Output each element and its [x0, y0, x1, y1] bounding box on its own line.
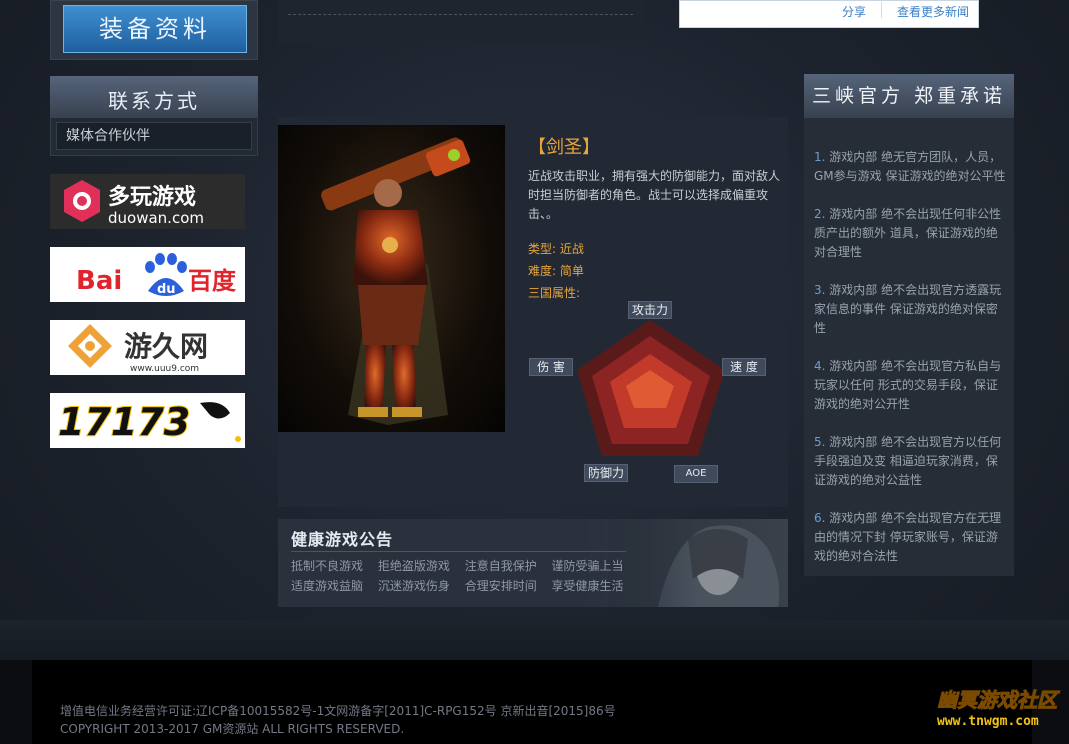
promise-text: 游戏内部 绝不会出现官方私自与玩家以任何 形式的交易手段，保证游戏的绝对公开性 [814, 359, 1002, 411]
radar-speed-label: 速 度 [722, 358, 766, 376]
promise-item: 1. 游戏内部 绝无官方团队，人员，GM参与游戏 保证游戏的绝对公平性 [814, 148, 1008, 186]
promise-list: 1. 游戏内部 绝无官方团队，人员，GM参与游戏 保证游戏的绝对公平性 2. 游… [814, 148, 1008, 585]
baidu-du: du [157, 282, 176, 297]
hero-type-value: 近战 [559, 242, 584, 256]
baidu-logo: Bai du 百度 [50, 247, 245, 302]
hero-description: 近战攻击职业，拥有强大的防御能力，面对敌人时担当防御者的角色。战士可以选择成偏重… [528, 169, 781, 221]
promise-text: 游戏内部 绝不会出现官方透露玩家信息的事件 保证游戏的绝对保密性 [814, 283, 1002, 335]
promise-num: 3. [814, 283, 826, 297]
health-item: 拒绝盗版游戏 [377, 559, 450, 573]
community-logo-link[interactable]: 幽冥游戏社区 www.tnwgm.com [935, 683, 1065, 733]
promise-num: 5. [814, 435, 826, 449]
hero-type: 类型: 近战 [528, 240, 584, 257]
baidu-latin: Bai [76, 266, 122, 296]
health-item: 合理安排时间 [464, 579, 537, 593]
health-divider [291, 551, 626, 552]
radar-attack-label: 攻击力 [628, 301, 672, 319]
health-item: 抵制不良游戏 [291, 559, 364, 573]
media-partners-link[interactable]: 媒体合作伙伴 [56, 122, 252, 150]
promise-title: 三峡官方 郑重承诺 [804, 74, 1014, 118]
health-row-2: 适度游戏益脑 沉迷游戏伤身 合理安排时间 享受健康生活 [291, 577, 635, 594]
promise-num: 6. [814, 511, 826, 525]
uuu9-url: www.uuu9.com [130, 364, 199, 374]
footer-edge-left [0, 660, 32, 744]
promise-item: 6. 游戏内部 绝不会出现官方在无理由的情况下封 停玩家账号，保证游戏的绝对合法… [814, 509, 1008, 566]
radar-defense-label: 防御力 [584, 464, 628, 482]
health-item: 适度游戏益脑 [291, 579, 364, 593]
uuu9-logo: 游久网 www.uuu9.com [50, 320, 245, 375]
hero-difficulty: 难度: 简单 [528, 262, 584, 279]
community-logo-cn: 幽冥游戏社区 [937, 688, 1060, 712]
promise-num: 1. [814, 150, 826, 164]
health-item: 沉迷游戏伤身 [377, 579, 450, 593]
news-separator [881, 2, 882, 18]
promise-item: 4. 游戏内部 绝不会出现官方私自与玩家以任何 形式的交易手段，保证游戏的绝对公… [814, 357, 1008, 414]
radar-shape [577, 320, 725, 456]
promise-text: 游戏内部 绝不会出现官方在无理由的情况下封 停玩家账号，保证游戏的绝对合法性 [814, 511, 1002, 563]
footer-copyright: COPYRIGHT 2013-2017 GM资源站 ALL RIGHTS RES… [60, 722, 405, 736]
duowan-logo: 多玩游戏 duowan.com [50, 174, 245, 229]
promise-text: 游戏内部 绝不会出现任何非公性质产出的额外 道具，保证游戏的绝对合理性 [814, 207, 1002, 259]
contact-title: 联系方式 [50, 76, 258, 118]
hero-type-label: 类型: [528, 242, 557, 256]
promise-item: 2. 游戏内部 绝不会出现任何非公性质产出的额外 道具，保证游戏的绝对合理性 [814, 205, 1008, 262]
duowan-url: duowan.com [108, 209, 204, 227]
hero-difficulty-label: 难度: [528, 264, 557, 278]
news-list-box [278, 0, 643, 43]
share-link[interactable]: 分享 [842, 3, 866, 20]
promise-text: 游戏内部 绝不会出现官方以任何手段强迫及变 相逼迫玩家消费，保证游戏的绝对公益性 [814, 435, 1002, 487]
health-title: 健康游戏公告 [291, 530, 394, 549]
promise-text: 游戏内部 绝无官方团队，人员，GM参与游戏 保证游戏的绝对公平性 [814, 150, 1006, 183]
swordsman-figure [321, 137, 471, 425]
community-logo-url: www.tnwgm.com [937, 714, 1039, 729]
equipment-data-button[interactable]: 装备资料 [63, 5, 247, 53]
health-item: 谨防受骗上当 [551, 559, 624, 573]
hero-portrait [278, 125, 505, 432]
hero-difficulty-value: 简单 [559, 264, 584, 278]
17173-number: 17173 [58, 400, 190, 444]
community-logo: 幽冥游戏社区 www.tnwgm.com [937, 688, 1061, 730]
uuu9-name: 游久网 [124, 330, 208, 363]
uuu9-logo-link[interactable]: 游久网 www.uuu9.com [50, 320, 245, 375]
promise-num: 4. [814, 359, 826, 373]
health-row-1: 抵制不良游戏 拒绝盗版游戏 注意自我保护 谨防受骗上当 [291, 557, 635, 574]
radar-harm-label: 伤 害 [529, 358, 573, 376]
duowan-name: 多玩游戏 [108, 184, 196, 210]
attribute-radar: 攻击力 速 度 伤 害 防御力 AOE [528, 298, 778, 488]
radar-aoe-label: AOE [674, 465, 718, 483]
hero-name: 【剑圣】 [528, 137, 600, 158]
17173-logo: 17173 [50, 393, 245, 448]
baidu-logo-link[interactable]: Bai du 百度 [50, 247, 245, 302]
promise-item: 3. 游戏内部 绝不会出现官方透露玩家信息的事件 保证游戏的绝对保密性 [814, 281, 1008, 338]
promise-num: 2. [814, 207, 826, 221]
news-divider [288, 14, 633, 15]
duowan-logo-link[interactable]: 多玩游戏 duowan.com [50, 174, 245, 229]
more-news-link[interactable]: 查看更多新闻 [897, 3, 969, 20]
footer-license: 增值电信业务经营许可证:辽ICP备10015582号-1文网游备字[2011]C… [60, 704, 616, 718]
baidu-cn: 百度 [188, 267, 237, 295]
health-item: 注意自我保护 [464, 559, 537, 573]
promise-item: 5. 游戏内部 绝不会出现官方以任何手段强迫及变 相逼迫玩家消费，保证游戏的绝对… [814, 433, 1008, 490]
17173-logo-link[interactable]: 17173 [50, 393, 245, 448]
health-item: 享受健康生活 [551, 579, 624, 593]
